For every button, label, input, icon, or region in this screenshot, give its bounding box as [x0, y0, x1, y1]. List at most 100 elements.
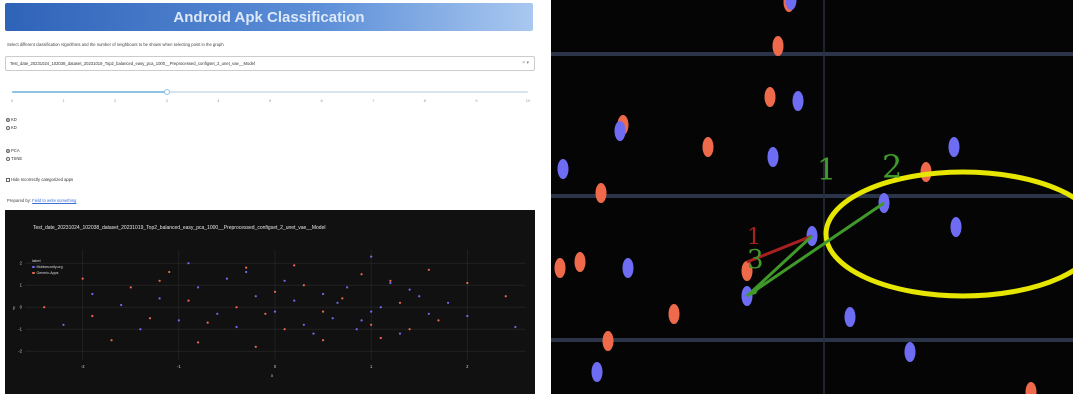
- point-mobisecurity[interactable]: [187, 262, 190, 265]
- point-mobisecurity[interactable]: [91, 292, 94, 296]
- point-mobisecurity[interactable]: [120, 303, 123, 307]
- point-generic[interactable]: [321, 339, 325, 342]
- point-generic[interactable]: [168, 270, 171, 274]
- y-tick-label: 0: [20, 305, 23, 310]
- point-generic[interactable]: [245, 266, 248, 269]
- dropdown-clear-chevron-icon[interactable]: × ▾: [522, 60, 529, 66]
- point-generic[interactable]: [398, 301, 402, 304]
- point-generic[interactable]: [148, 317, 152, 320]
- point-generic[interactable]: [235, 306, 238, 309]
- point-mobisecurity[interactable]: [216, 312, 219, 315]
- point-generic[interactable]: [264, 312, 267, 315]
- point-mobisecurity[interactable]: [225, 277, 229, 280]
- zoom-point-mobisecurity: [622, 258, 634, 278]
- point-generic[interactable]: [504, 295, 507, 298]
- point-generic[interactable]: [206, 321, 209, 324]
- point-mobisecurity[interactable]: [418, 295, 421, 298]
- slider-tick-label: 1: [62, 98, 65, 103]
- point-mobisecurity[interactable]: [245, 270, 248, 274]
- prepared-by-link[interactable]: Field to write something: [32, 198, 76, 203]
- point-mobisecurity[interactable]: [514, 325, 517, 329]
- radio-label: KD: [11, 117, 17, 122]
- x-tick-label: 1: [370, 364, 373, 369]
- point-generic[interactable]: [293, 264, 296, 267]
- point-generic[interactable]: [437, 319, 440, 322]
- point-generic[interactable]: [196, 341, 200, 344]
- checkbox-box[interactable]: [6, 177, 10, 182]
- point-generic[interactable]: [321, 310, 325, 313]
- zoom-point-generic: [1025, 382, 1037, 394]
- point-generic[interactable]: [273, 290, 277, 293]
- point-mobisecurity[interactable]: [302, 323, 305, 326]
- prepared-by: Prepared by: Field to write something: [7, 198, 76, 203]
- point-mobisecurity[interactable]: [336, 301, 339, 304]
- point-mobisecurity[interactable]: [312, 332, 315, 335]
- point-generic[interactable]: [91, 314, 94, 318]
- point-generic[interactable]: [389, 279, 392, 282]
- neighbours-slider[interactable]: [12, 89, 528, 95]
- dataset-dropdown[interactable]: Test_date_20231024_102038_dataset_202310…: [5, 56, 535, 71]
- point-generic[interactable]: [254, 345, 257, 348]
- point-mobisecurity[interactable]: [346, 286, 349, 289]
- slider-fill: [12, 91, 167, 93]
- point-mobisecurity[interactable]: [379, 306, 382, 309]
- annotation-label: 3: [747, 245, 764, 275]
- annotation-label: 2: [882, 148, 902, 186]
- point-mobisecurity[interactable]: [139, 328, 142, 331]
- point-generic[interactable]: [283, 328, 286, 331]
- point-mobisecurity[interactable]: [235, 325, 238, 329]
- point-generic[interactable]: [427, 268, 430, 271]
- radio-button[interactable]: [6, 156, 10, 161]
- radio-button[interactable]: [6, 148, 10, 153]
- slider-tick-label: 9: [475, 98, 478, 103]
- x-tick-label: 0: [274, 364, 277, 369]
- point-mobisecurity[interactable]: [283, 279, 286, 282]
- scatter-plot[interactable]: Test_date_20231024_102038_dataset_202310…: [5, 210, 535, 394]
- instructions-text: Select different classification Algorith…: [7, 42, 224, 47]
- radio-pca[interactable]: PCA: [6, 148, 20, 153]
- point-generic[interactable]: [129, 286, 132, 289]
- radio-kd-1[interactable]: KD: [6, 117, 17, 122]
- point-generic[interactable]: [341, 297, 344, 300]
- radio-kd-2[interactable]: KD: [6, 125, 17, 130]
- slider-handle[interactable]: [163, 89, 170, 95]
- point-generic[interactable]: [187, 299, 190, 302]
- point-generic[interactable]: [370, 323, 373, 326]
- point-generic[interactable]: [81, 277, 84, 280]
- point-generic[interactable]: [43, 306, 46, 309]
- point-mobisecurity[interactable]: [427, 312, 430, 315]
- point-mobisecurity[interactable]: [321, 292, 325, 296]
- point-generic[interactable]: [158, 279, 161, 282]
- point-mobisecurity[interactable]: [62, 323, 65, 326]
- plot-canvas[interactable]: 2 1 0 -1 -2 -2 -1 0 1 2: [5, 210, 535, 394]
- zoom-point-mobisecurity: [591, 362, 603, 382]
- point-mobisecurity[interactable]: [158, 297, 161, 300]
- point-mobisecurity[interactable]: [355, 328, 358, 331]
- point-generic[interactable]: [408, 328, 411, 331]
- point-mobisecurity[interactable]: [370, 255, 373, 258]
- point-mobisecurity[interactable]: [177, 319, 180, 322]
- hide-incorrect-checkbox[interactable]: Hide Incorrectly categorized apps: [6, 177, 73, 182]
- point-mobisecurity[interactable]: [408, 288, 411, 291]
- radio-tsne[interactable]: TSNE: [6, 156, 22, 161]
- point-mobisecurity[interactable]: [254, 295, 257, 298]
- point-mobisecurity[interactable]: [466, 314, 469, 318]
- point-mobisecurity[interactable]: [389, 281, 392, 285]
- point-mobisecurity[interactable]: [196, 286, 200, 289]
- radio-button[interactable]: [6, 117, 10, 122]
- y-tick-label: -1: [18, 327, 22, 332]
- slider-tick-label: 2: [114, 98, 117, 103]
- point-mobisecurity[interactable]: [293, 299, 296, 302]
- point-generic[interactable]: [302, 284, 305, 287]
- point-generic[interactable]: [466, 281, 469, 285]
- point-mobisecurity[interactable]: [370, 310, 373, 313]
- radio-button[interactable]: [6, 125, 10, 130]
- point-mobisecurity[interactable]: [331, 317, 334, 320]
- point-generic[interactable]: [360, 273, 363, 276]
- point-mobisecurity[interactable]: [360, 319, 363, 322]
- point-mobisecurity[interactable]: [446, 301, 450, 304]
- point-generic[interactable]: [110, 339, 113, 342]
- point-mobisecurity[interactable]: [273, 310, 277, 313]
- point-mobisecurity[interactable]: [398, 332, 402, 335]
- point-generic[interactable]: [379, 336, 382, 340]
